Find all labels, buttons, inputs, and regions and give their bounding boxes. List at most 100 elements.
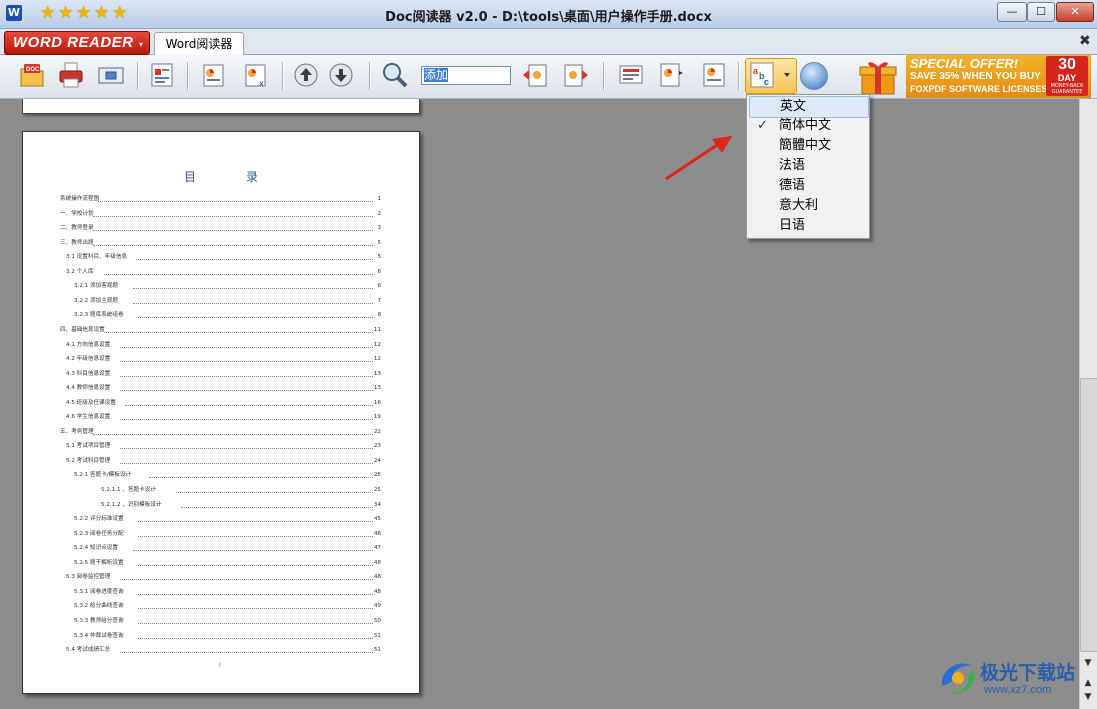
toc-entry-page: 12 bbox=[373, 356, 381, 363]
toc-entry[interactable]: 5.3 阅卷监控管理 48 bbox=[23, 573, 419, 582]
badge-number: 30 bbox=[1058, 56, 1076, 73]
toc-entry[interactable]: 4.1 方向信息设置 12 bbox=[23, 341, 419, 350]
language-menu-item[interactable]: 日语 bbox=[749, 216, 867, 236]
toc-entry-text: 5.2.1.2 、识别模板设计 bbox=[101, 501, 162, 508]
maximize-button[interactable]: ☐ bbox=[1027, 2, 1055, 22]
toc-leader-dots bbox=[93, 230, 373, 232]
toc-entry[interactable]: 5.2.2 评分标准设置 45 bbox=[23, 515, 419, 524]
word-reader-menu-button[interactable]: WORD READER ▾ bbox=[4, 31, 150, 55]
toc-entry[interactable]: 3.2.2 添加主观题 7 bbox=[23, 297, 419, 306]
toc-leader-dots bbox=[93, 215, 373, 217]
language-menu-item[interactable]: ✓ 简体中文 bbox=[749, 116, 867, 136]
view-mode-button[interactable] bbox=[617, 61, 645, 89]
open-doc-button[interactable]: DOC bbox=[18, 61, 46, 89]
toc-entry[interactable]: 一、学校计划 2 bbox=[23, 210, 419, 219]
search-input[interactable]: 添加 bbox=[421, 66, 511, 85]
previous-page-bottom bbox=[22, 99, 420, 114]
toc-leader-dots bbox=[138, 637, 373, 639]
toc-entry-page: 5 bbox=[377, 254, 381, 261]
toc-leader-dots bbox=[138, 622, 373, 624]
toc-entry[interactable]: 4.5 班级及任课设置 16 bbox=[23, 399, 419, 408]
tab-word-reader[interactable]: Word阅读器 bbox=[154, 32, 244, 55]
toc-entry-page: 5 bbox=[377, 239, 381, 246]
toc-entry[interactable]: 系统操作流程图 1 bbox=[23, 195, 419, 204]
globe-icon[interactable] bbox=[800, 62, 828, 90]
toc-entry[interactable]: 3.1 设置科目、年级信息 5 bbox=[23, 253, 419, 262]
toc-entry[interactable]: 五、考务管理 22 bbox=[23, 428, 419, 437]
toc-entry[interactable]: 3.2 个人库 6 bbox=[23, 268, 419, 277]
toc-entry[interactable]: 5.2.5 题干解析设置 48 bbox=[23, 559, 419, 568]
close-page-button[interactable]: x bbox=[242, 61, 270, 89]
toc-leader-dots bbox=[103, 331, 373, 333]
language-menu-item[interactable]: 德语 bbox=[749, 176, 867, 196]
language-menu-item[interactable]: 英文 bbox=[749, 96, 869, 118]
special-offer-banner[interactable]: SPECIAL OFFER! SAVE 35% WHEN YOU BUY FOX… bbox=[906, 55, 1091, 98]
minimize-button[interactable]: — bbox=[997, 2, 1027, 22]
toc-leader-dots bbox=[98, 201, 373, 202]
toc-entry[interactable]: 5.2.1.2 、识别模板设计 34 bbox=[23, 501, 419, 510]
search-button[interactable] bbox=[381, 61, 409, 89]
zoom-page-button[interactable] bbox=[657, 61, 685, 89]
toc-entry[interactable]: 5.3.3 教师给分查询 50 bbox=[23, 617, 419, 626]
toc-leader-dots bbox=[133, 550, 373, 552]
toc-leader-dots bbox=[138, 608, 373, 610]
next-page-button[interactable] bbox=[327, 61, 355, 89]
toc-entry[interactable]: 5.2 考试科目管理 24 bbox=[23, 457, 419, 466]
language-menu-item[interactable]: 意大利 bbox=[749, 196, 867, 216]
watermark-text: 极光下载站 bbox=[980, 662, 1076, 684]
toc-entry[interactable]: 5.1 考试项目管理 23 bbox=[23, 442, 419, 451]
fullscreen-button[interactable] bbox=[97, 61, 125, 89]
close-window-button[interactable]: ✕ bbox=[1056, 2, 1094, 22]
toc-entry[interactable]: 5.3.4 仲裁试卷查询 51 bbox=[23, 632, 419, 641]
toc-leader-dots bbox=[120, 375, 373, 377]
view-mode-icon bbox=[619, 65, 643, 84]
toc-entry[interactable]: 二、教师登录 3 bbox=[23, 224, 419, 233]
toc-entry[interactable]: 5.2.1.1 、答题卡设计 25 bbox=[23, 486, 419, 495]
toc-leader-dots bbox=[104, 273, 373, 275]
page-view-button[interactable] bbox=[199, 61, 227, 89]
scrollbar-thumb[interactable] bbox=[1080, 378, 1097, 652]
toc-entry[interactable]: 4.4 教师信息设置 13 bbox=[23, 384, 419, 393]
toc-entry[interactable]: 3.2.3 题库系统组卷 8 bbox=[23, 311, 419, 320]
previous-page-button[interactable] bbox=[292, 61, 320, 89]
toc-entry[interactable]: 5.3.1 阅卷进度查询 48 bbox=[23, 588, 419, 597]
gift-icon[interactable] bbox=[858, 58, 898, 96]
toc-leader-dots bbox=[135, 259, 373, 261]
language-button[interactable]: a b c bbox=[745, 58, 797, 94]
toc-entry-text: 4.1 方向信息设置 bbox=[66, 341, 111, 348]
toc-entry-text: 3.2.1 添加客观题 bbox=[74, 283, 118, 290]
toc-entry-text: 四、基础信息设置 bbox=[60, 326, 105, 333]
toc-entry[interactable]: 4.2 年级信息设置 12 bbox=[23, 355, 419, 364]
toc-entry[interactable]: 四、基础信息设置 11 bbox=[23, 326, 419, 335]
badge-day: DAY bbox=[1057, 73, 1077, 83]
language-menu-item[interactable]: 簡體中文 bbox=[749, 136, 867, 156]
toc-entry[interactable]: 4.6 学生信息设置 19 bbox=[23, 413, 419, 422]
toc-entry[interactable]: 4.3 科目信息设置 13 bbox=[23, 370, 419, 379]
toc-entry[interactable]: 5.3.2 给分曲线查询 49 bbox=[23, 602, 419, 611]
language-menu-item[interactable]: 法语 bbox=[749, 156, 867, 176]
toc-entry[interactable]: 3.2.1 添加客观题 6 bbox=[23, 282, 419, 291]
find-next-button[interactable] bbox=[562, 61, 590, 89]
toolbar-separator bbox=[738, 62, 740, 90]
toc-leader-dots bbox=[138, 521, 373, 523]
toc-entry[interactable]: 5.2.1 答题卡/模板设计 25 bbox=[23, 471, 419, 480]
toc-entry-text: 5.2.5 题干解析设置 bbox=[74, 559, 124, 566]
toc-leader-dots bbox=[175, 492, 373, 493]
toc-entry[interactable]: 三、教师出题 5 bbox=[23, 239, 419, 248]
chart-page-button[interactable] bbox=[148, 61, 176, 89]
toc-leader-dots bbox=[120, 390, 373, 392]
toc-entry[interactable]: 5.4 考试成绩汇总 51 bbox=[23, 646, 419, 655]
fit-page-button[interactable] bbox=[700, 61, 728, 89]
toc-entry-text: 4.2 年级信息设置 bbox=[66, 356, 111, 363]
toc-entry-text: 五、考务管理 bbox=[60, 428, 94, 435]
toc-entry-text: 4.6 学生信息设置 bbox=[66, 414, 111, 421]
print-button[interactable] bbox=[57, 61, 85, 89]
find-previous-button[interactable] bbox=[521, 61, 549, 89]
toc-entry[interactable]: 5.2.4 知识点设置 47 bbox=[23, 544, 419, 553]
toc-leader-dots bbox=[120, 419, 373, 421]
toc-entry-text: 5.1 考试项目管理 bbox=[66, 443, 111, 450]
toc-entry-text: 3.2.2 添加主观题 bbox=[74, 297, 118, 304]
close-document-icon[interactable]: ✖ bbox=[1079, 33, 1091, 49]
language-menu-item-label: 日语 bbox=[779, 218, 806, 233]
toc-entry[interactable]: 5.2.3 阅卷任务分配 46 bbox=[23, 530, 419, 539]
